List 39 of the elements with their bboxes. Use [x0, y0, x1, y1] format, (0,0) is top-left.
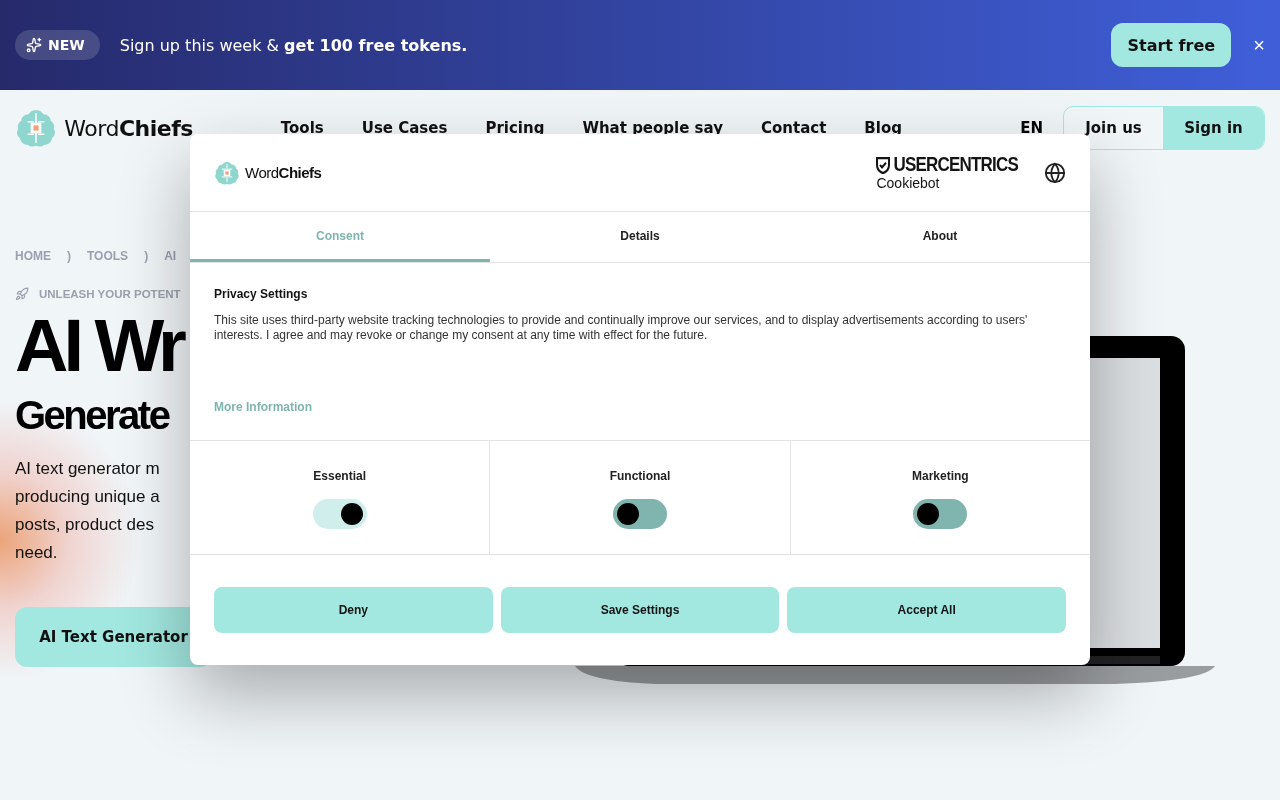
privacy-text: This site uses third-party website tracking technologies to provide and continually improve our services, and to display advertisements according to users' interests. I agree and may revoke or change my consent at any time with effect for the future.: [214, 313, 1029, 344]
dialog-tab[interactable]: About: [790, 212, 1090, 263]
hero-description: AI text generator m producing unique a posts, product des need.: [15, 458, 160, 564]
close-button[interactable]: ×: [1253, 35, 1265, 55]
hero-title: AI Wr: [15, 305, 182, 387]
start-free-button[interactable]: Start free: [1111, 23, 1232, 67]
consent-button[interactable]: Accept All: [787, 587, 1066, 633]
new-badge: NEW: [15, 30, 100, 60]
nav-link[interactable]: What people say: [582, 119, 723, 137]
sign-in-button[interactable]: Sign in: [1163, 107, 1264, 149]
provider-subtitle: Cookiebot: [876, 174, 941, 191]
rocket-icon: [15, 287, 29, 301]
language-selector[interactable]: EN: [1020, 119, 1043, 137]
promo-text: Sign up this week & get 100 free tokens.: [119, 35, 468, 55]
privacy-heading: Privacy Settings: [214, 287, 309, 302]
dialog-logo-text: WordChiefs: [245, 164, 322, 182]
shield-icon: [876, 155, 891, 174]
hero-subtitle: Generate: [15, 392, 169, 439]
tagline: UNLEASH YOUR POTENT: [39, 288, 181, 300]
category-toggle[interactable]: [913, 498, 968, 529]
nav-link[interactable]: Contact: [761, 119, 827, 137]
consent-button[interactable]: Save Settings: [500, 587, 780, 633]
breadcrumb-separator: ): [144, 249, 149, 263]
logo-text: WordChiefs: [64, 115, 193, 141]
category-label: Essential: [313, 468, 366, 483]
nav-link[interactable]: Pricing: [485, 119, 545, 137]
language-globe-icon[interactable]: [1044, 161, 1066, 184]
brain-logo-icon: [15, 107, 57, 149]
category-toggle[interactable]: [613, 498, 667, 529]
dialog-tab[interactable]: Details: [490, 212, 790, 263]
brain-logo-icon: [214, 159, 240, 186]
nav-link[interactable]: Tools: [280, 119, 324, 137]
breadcrumb-separator: ): [67, 249, 71, 263]
category-label: Marketing: [911, 468, 969, 483]
consent-button[interactable]: Deny: [214, 587, 493, 633]
category-label: Functional: [609, 468, 671, 483]
join-us-button[interactable]: Join us: [1064, 107, 1163, 149]
nav-link[interactable]: Use Cases: [361, 119, 448, 137]
provider-name: USERCENTRICS: [893, 153, 1018, 177]
